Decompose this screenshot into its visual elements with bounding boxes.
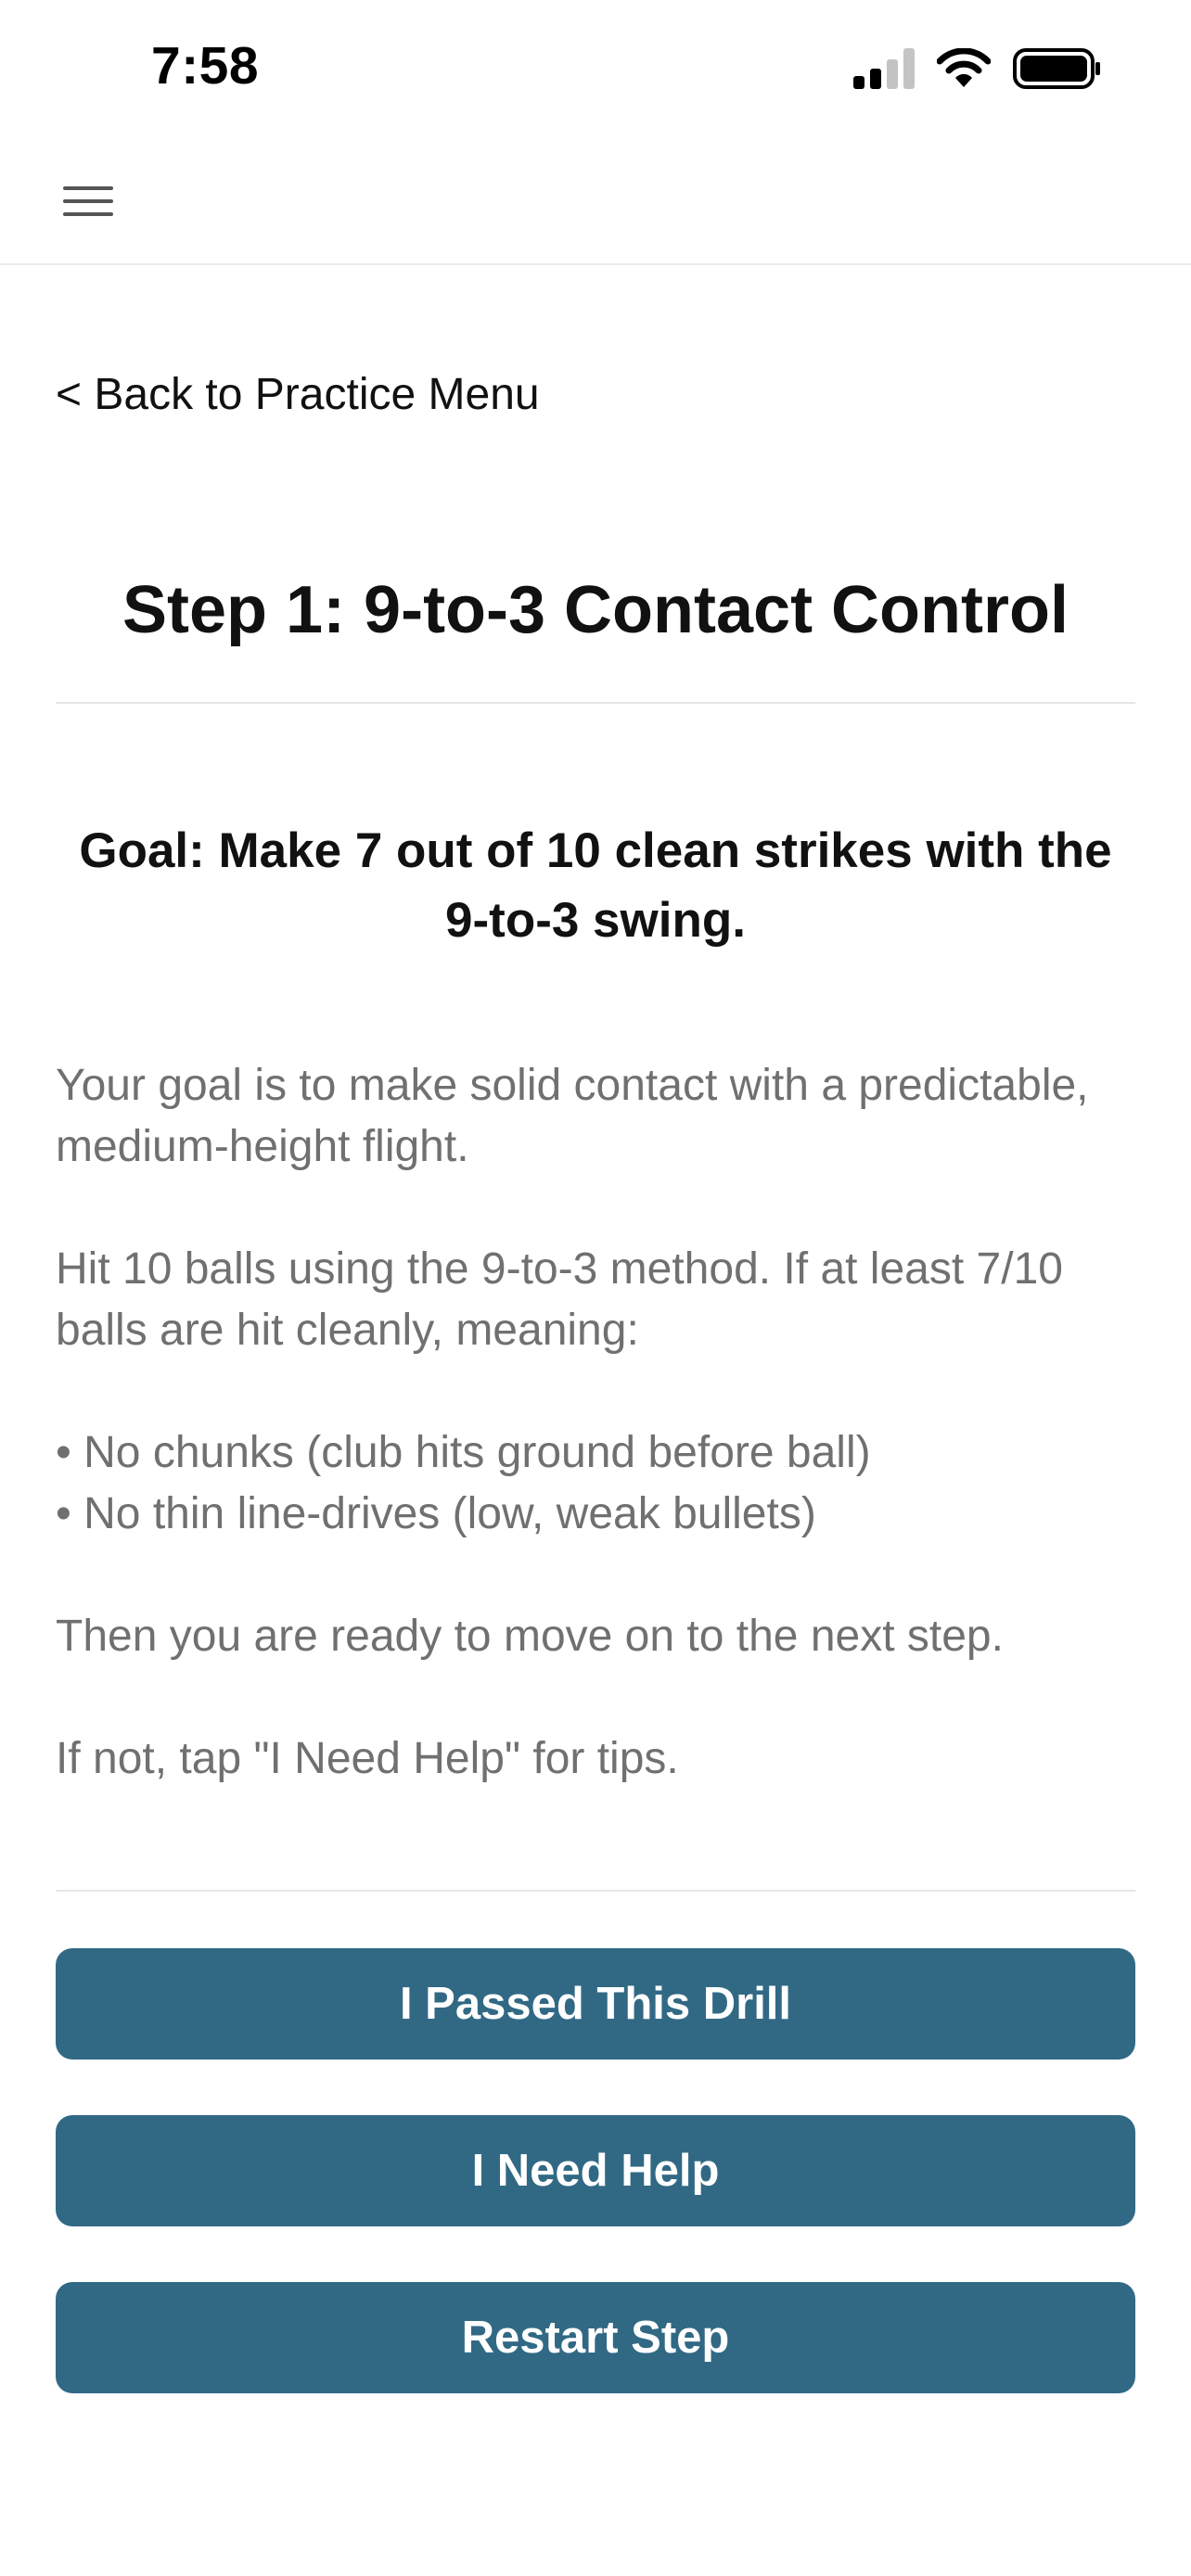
- goal-heading: Goal: Make 7 out of 10 clean strikes wit…: [79, 823, 1112, 948]
- instruction-paragraph: Your goal is to make solid contact with …: [56, 1061, 1089, 1171]
- ready-text: Then you are ready to move on to the nex…: [56, 1612, 1004, 1661]
- criteria-item: • No thin line-drives (low, weak bullets…: [56, 1489, 816, 1538]
- cellular-signal-icon: [853, 47, 915, 94]
- criteria-list: • No chunks (club hits ground before bal…: [56, 1422, 1135, 1545]
- status-bar: 7:58: [0, 0, 1191, 139]
- restart-step-button[interactable]: Restart Step: [56, 2282, 1135, 2393]
- actions-divider: [56, 1890, 1135, 1892]
- status-time: 7:58: [151, 36, 260, 96]
- need-help-button[interactable]: I Need Help: [56, 2115, 1135, 2226]
- title-divider: [56, 702, 1135, 704]
- instruction-paragraph: Hit 10 balls using the 9-to-3 method. If…: [56, 1244, 1063, 1355]
- page-title: Step 1: 9-to-3 Contact Control: [122, 573, 1069, 647]
- back-to-practice-menu-link[interactable]: < Back to Practice Menu: [56, 369, 540, 420]
- passed-drill-button[interactable]: I Passed This Drill: [56, 1948, 1135, 2060]
- hamburger-menu-icon[interactable]: [59, 176, 121, 226]
- status-icons: [853, 45, 1102, 96]
- top-nav-bar: [0, 139, 1191, 265]
- wifi-icon: [936, 46, 992, 94]
- help-hint-text: If not, tap "I Need Help" for tips.: [56, 1734, 679, 1783]
- battery-icon: [1013, 47, 1102, 95]
- instructions: Your goal is to make solid contact with …: [56, 1055, 1135, 1790]
- criteria-item: • No chunks (club hits ground before bal…: [56, 1428, 871, 1477]
